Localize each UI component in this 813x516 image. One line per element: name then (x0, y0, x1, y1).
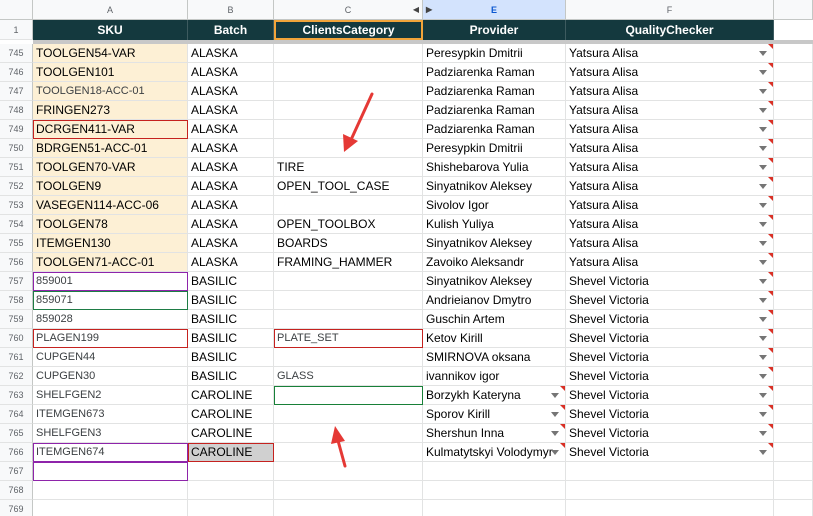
annotation-layer (331, 92, 374, 468)
red-arrow-annotation-top (343, 92, 374, 152)
red-arrow-annotation-bottom (331, 426, 347, 468)
